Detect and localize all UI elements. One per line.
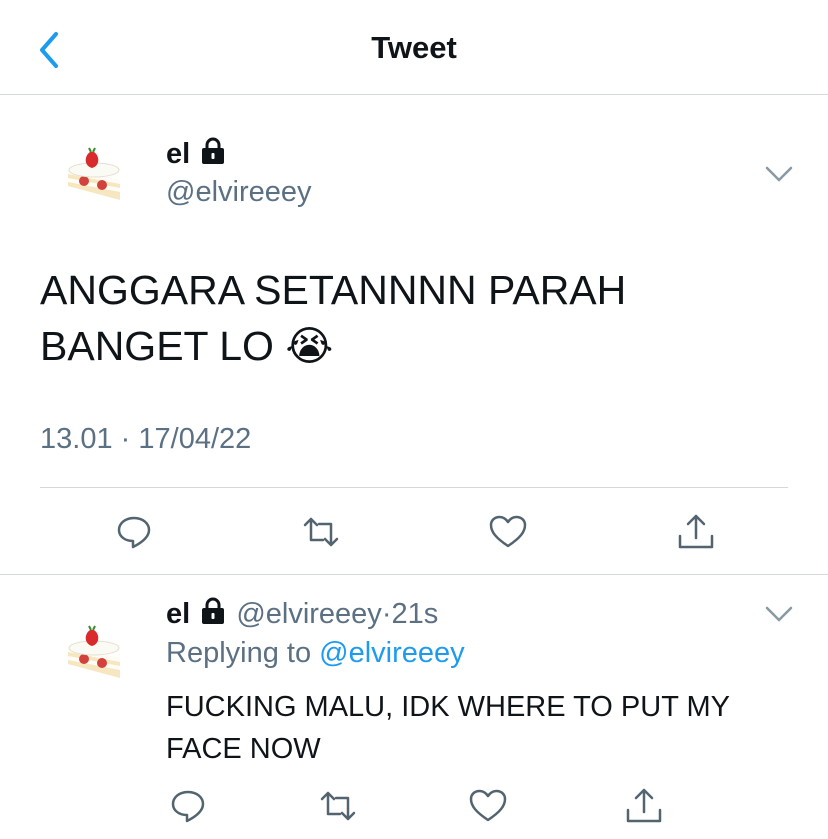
handle[interactable]: @elvireeey	[166, 176, 312, 209]
reply-more-options-button[interactable]	[764, 604, 794, 624]
reply-age: 21s	[391, 598, 439, 630]
reply-header: el @elvireeey·21s	[166, 596, 438, 631]
reply-avatar[interactable]	[62, 620, 126, 684]
meta-separator: ·	[120, 423, 131, 455]
strawberry-cake-icon	[68, 147, 120, 200]
retweet-button[interactable]	[301, 512, 341, 552]
reply-like-button[interactable]	[468, 786, 508, 826]
display-name[interactable]: el	[166, 136, 228, 171]
tweet-date: 17/04/22	[138, 423, 252, 455]
retweet-icon	[303, 517, 339, 547]
replying-to-prefix: Replying to	[166, 637, 312, 669]
timestamp: 13.01 · 17/04/22	[40, 423, 251, 456]
share-button[interactable]	[676, 512, 716, 552]
avatar[interactable]	[62, 142, 126, 206]
like-button[interactable]	[488, 512, 528, 552]
top-bar: Tweet	[0, 0, 828, 95]
display-name-text: el	[166, 138, 191, 170]
lock-icon	[202, 137, 225, 164]
reply-retweet-button[interactable]	[318, 786, 358, 826]
strawberry-cake-icon	[68, 625, 120, 678]
more-options-button[interactable]	[764, 164, 794, 184]
reply-share-button[interactable]	[624, 786, 664, 826]
lock-icon	[202, 597, 225, 624]
replying-to-handle-link[interactable]: @elvireeey	[319, 637, 465, 669]
reply-reply-button[interactable]	[168, 786, 208, 826]
divider	[40, 487, 788, 488]
retweet-icon	[320, 791, 356, 821]
chevron-down-icon	[765, 166, 793, 182]
chevron-down-icon	[765, 606, 793, 622]
page-title: Tweet	[371, 30, 457, 65]
reply-handle[interactable]: @elvireeey	[236, 598, 382, 630]
tweet-text-line2: BANGET LO	[40, 323, 274, 369]
reply-display-name[interactable]: el	[166, 598, 190, 630]
divider	[0, 574, 828, 575]
share-icon	[678, 514, 714, 549]
share-icon	[626, 788, 662, 823]
reply-text: FUCKING MALU, IDK WHERE TO PUT MY FACE N…	[166, 691, 730, 765]
replying-to: Replying to @elvireeey	[166, 637, 465, 670]
tweet-text-line1: ANGGARA SETANNNN PARAH	[40, 267, 627, 313]
reply-icon	[171, 790, 205, 823]
crying-emoji: 😭	[285, 323, 334, 369]
reply-icon	[117, 516, 151, 549]
like-icon	[469, 789, 507, 822]
like-icon	[489, 515, 527, 548]
tweet-text: ANGGARA SETANNNN PARAH BANGET LO 😭	[40, 262, 780, 374]
tweet-time: 13.01	[40, 423, 113, 455]
reply-button[interactable]	[114, 512, 154, 552]
